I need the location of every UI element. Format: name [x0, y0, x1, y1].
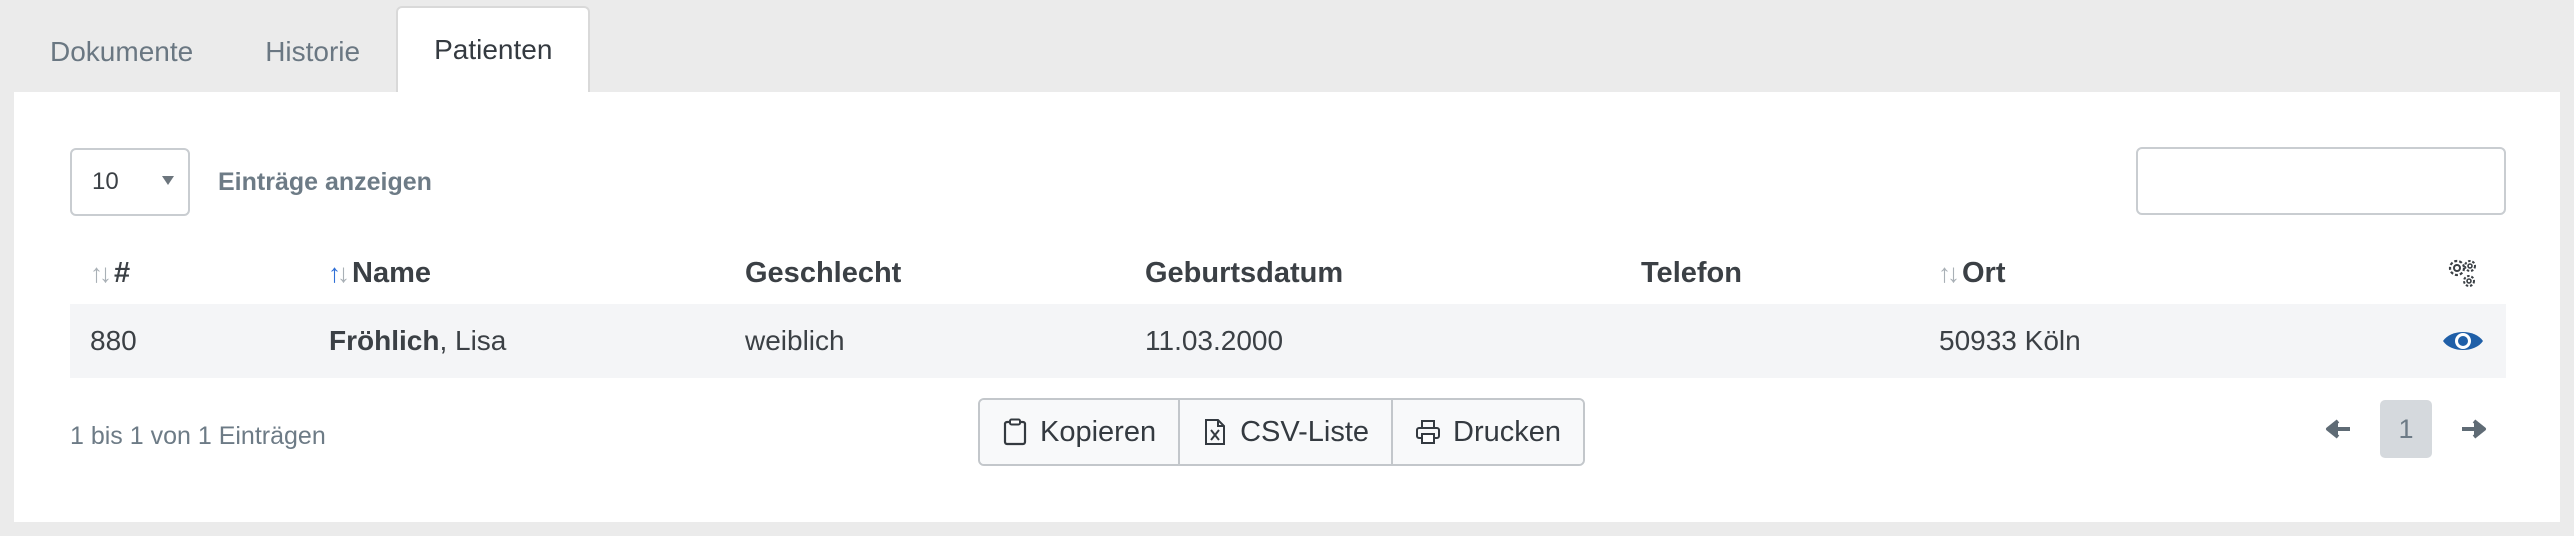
view-patient-button[interactable] — [2441, 304, 2485, 378]
entries-length-label: Einträge anzeigen — [218, 167, 432, 196]
table-info: 1 bis 1 von 1 Einträgen — [70, 422, 326, 450]
cell-first-name: , Lisa — [439, 325, 507, 356]
patients-table: ↑↓ # ↑↓ Name Geschlecht Geburtsdatum Tel… — [70, 242, 2506, 378]
cell-name: Fröhlich, Lisa — [329, 304, 506, 378]
previous-page-arrow-icon[interactable] — [2324, 417, 2352, 441]
entries-length-value: 10 — [92, 168, 119, 195]
print-button-label: Drucken — [1453, 415, 1562, 448]
printer-icon — [1416, 420, 1441, 444]
copy-button[interactable]: Kopieren — [980, 400, 1179, 464]
column-header-name-label: Name — [352, 256, 431, 289]
column-header-city[interactable]: ↑↓ Ort — [1938, 242, 2006, 304]
page-button-current[interactable]: 1 — [2380, 400, 2432, 458]
eye-icon — [2443, 332, 2483, 350]
print-button[interactable]: Drucken — [1391, 400, 1584, 464]
column-header-city-label: Ort — [1962, 256, 2006, 289]
copy-button-label: Kopieren — [1040, 415, 1157, 448]
sort-icon: ↑↓ — [90, 257, 112, 288]
tab-patienten[interactable]: Patienten — [396, 6, 591, 92]
tab-historie[interactable]: Historie — [229, 12, 396, 92]
tab-bar: Dokumente Historie Patienten — [14, 6, 591, 92]
clipboard-icon — [1003, 418, 1027, 446]
cell-birthdate: 11.03.2000 — [1145, 325, 1284, 356]
column-header-birthdate: Geburtsdatum — [1145, 242, 1343, 304]
pagination: 1 — [2324, 400, 2488, 458]
cell-city: 50933 Köln — [1939, 325, 2081, 356]
column-header-phone: Telefon — [1641, 242, 1742, 304]
column-settings-button[interactable] — [2444, 242, 2480, 304]
column-header-birthdate-label: Geburtsdatum — [1145, 256, 1344, 289]
table-header: ↑↓ # ↑↓ Name Geschlecht Geburtsdatum Tel… — [70, 242, 2506, 304]
search-input[interactable] — [2136, 147, 2506, 215]
gears-icon — [2448, 259, 2476, 287]
column-header-gender: Geschlecht — [745, 242, 901, 304]
csv-button[interactable]: CSV-Liste — [1178, 400, 1392, 464]
column-header-name[interactable]: ↑↓ Name — [328, 242, 431, 304]
cell-id: 880 — [90, 325, 137, 356]
csv-button-label: CSV-Liste — [1240, 415, 1370, 448]
column-header-id[interactable]: ↑↓ # — [90, 242, 130, 304]
column-header-phone-label: Telefon — [1641, 256, 1742, 289]
chevron-down-icon — [162, 176, 174, 185]
entries-length-select[interactable]: 10 — [70, 148, 190, 216]
column-header-gender-label: Geschlecht — [745, 256, 902, 289]
cell-gender: weiblich — [745, 325, 845, 356]
next-page-arrow-icon[interactable] — [2460, 417, 2488, 441]
table-row[interactable]: 880 Fröhlich, Lisa weiblich 11.03.2000 5… — [70, 304, 2506, 378]
file-excel-icon — [1205, 419, 1226, 445]
patients-panel: 10 Einträge anzeigen ↑↓ # ↑↓ Name Geschl… — [14, 92, 2560, 522]
export-button-group: Kopieren CSV-Liste Drucken — [978, 398, 1586, 466]
column-header-id-label: # — [114, 256, 131, 289]
cell-last-name: Fröhlich — [329, 325, 440, 356]
sort-icon: ↑↓ — [1938, 257, 1960, 288]
sort-asc-icon: ↑↓ — [328, 257, 350, 288]
tab-dokumente[interactable]: Dokumente — [14, 12, 229, 92]
